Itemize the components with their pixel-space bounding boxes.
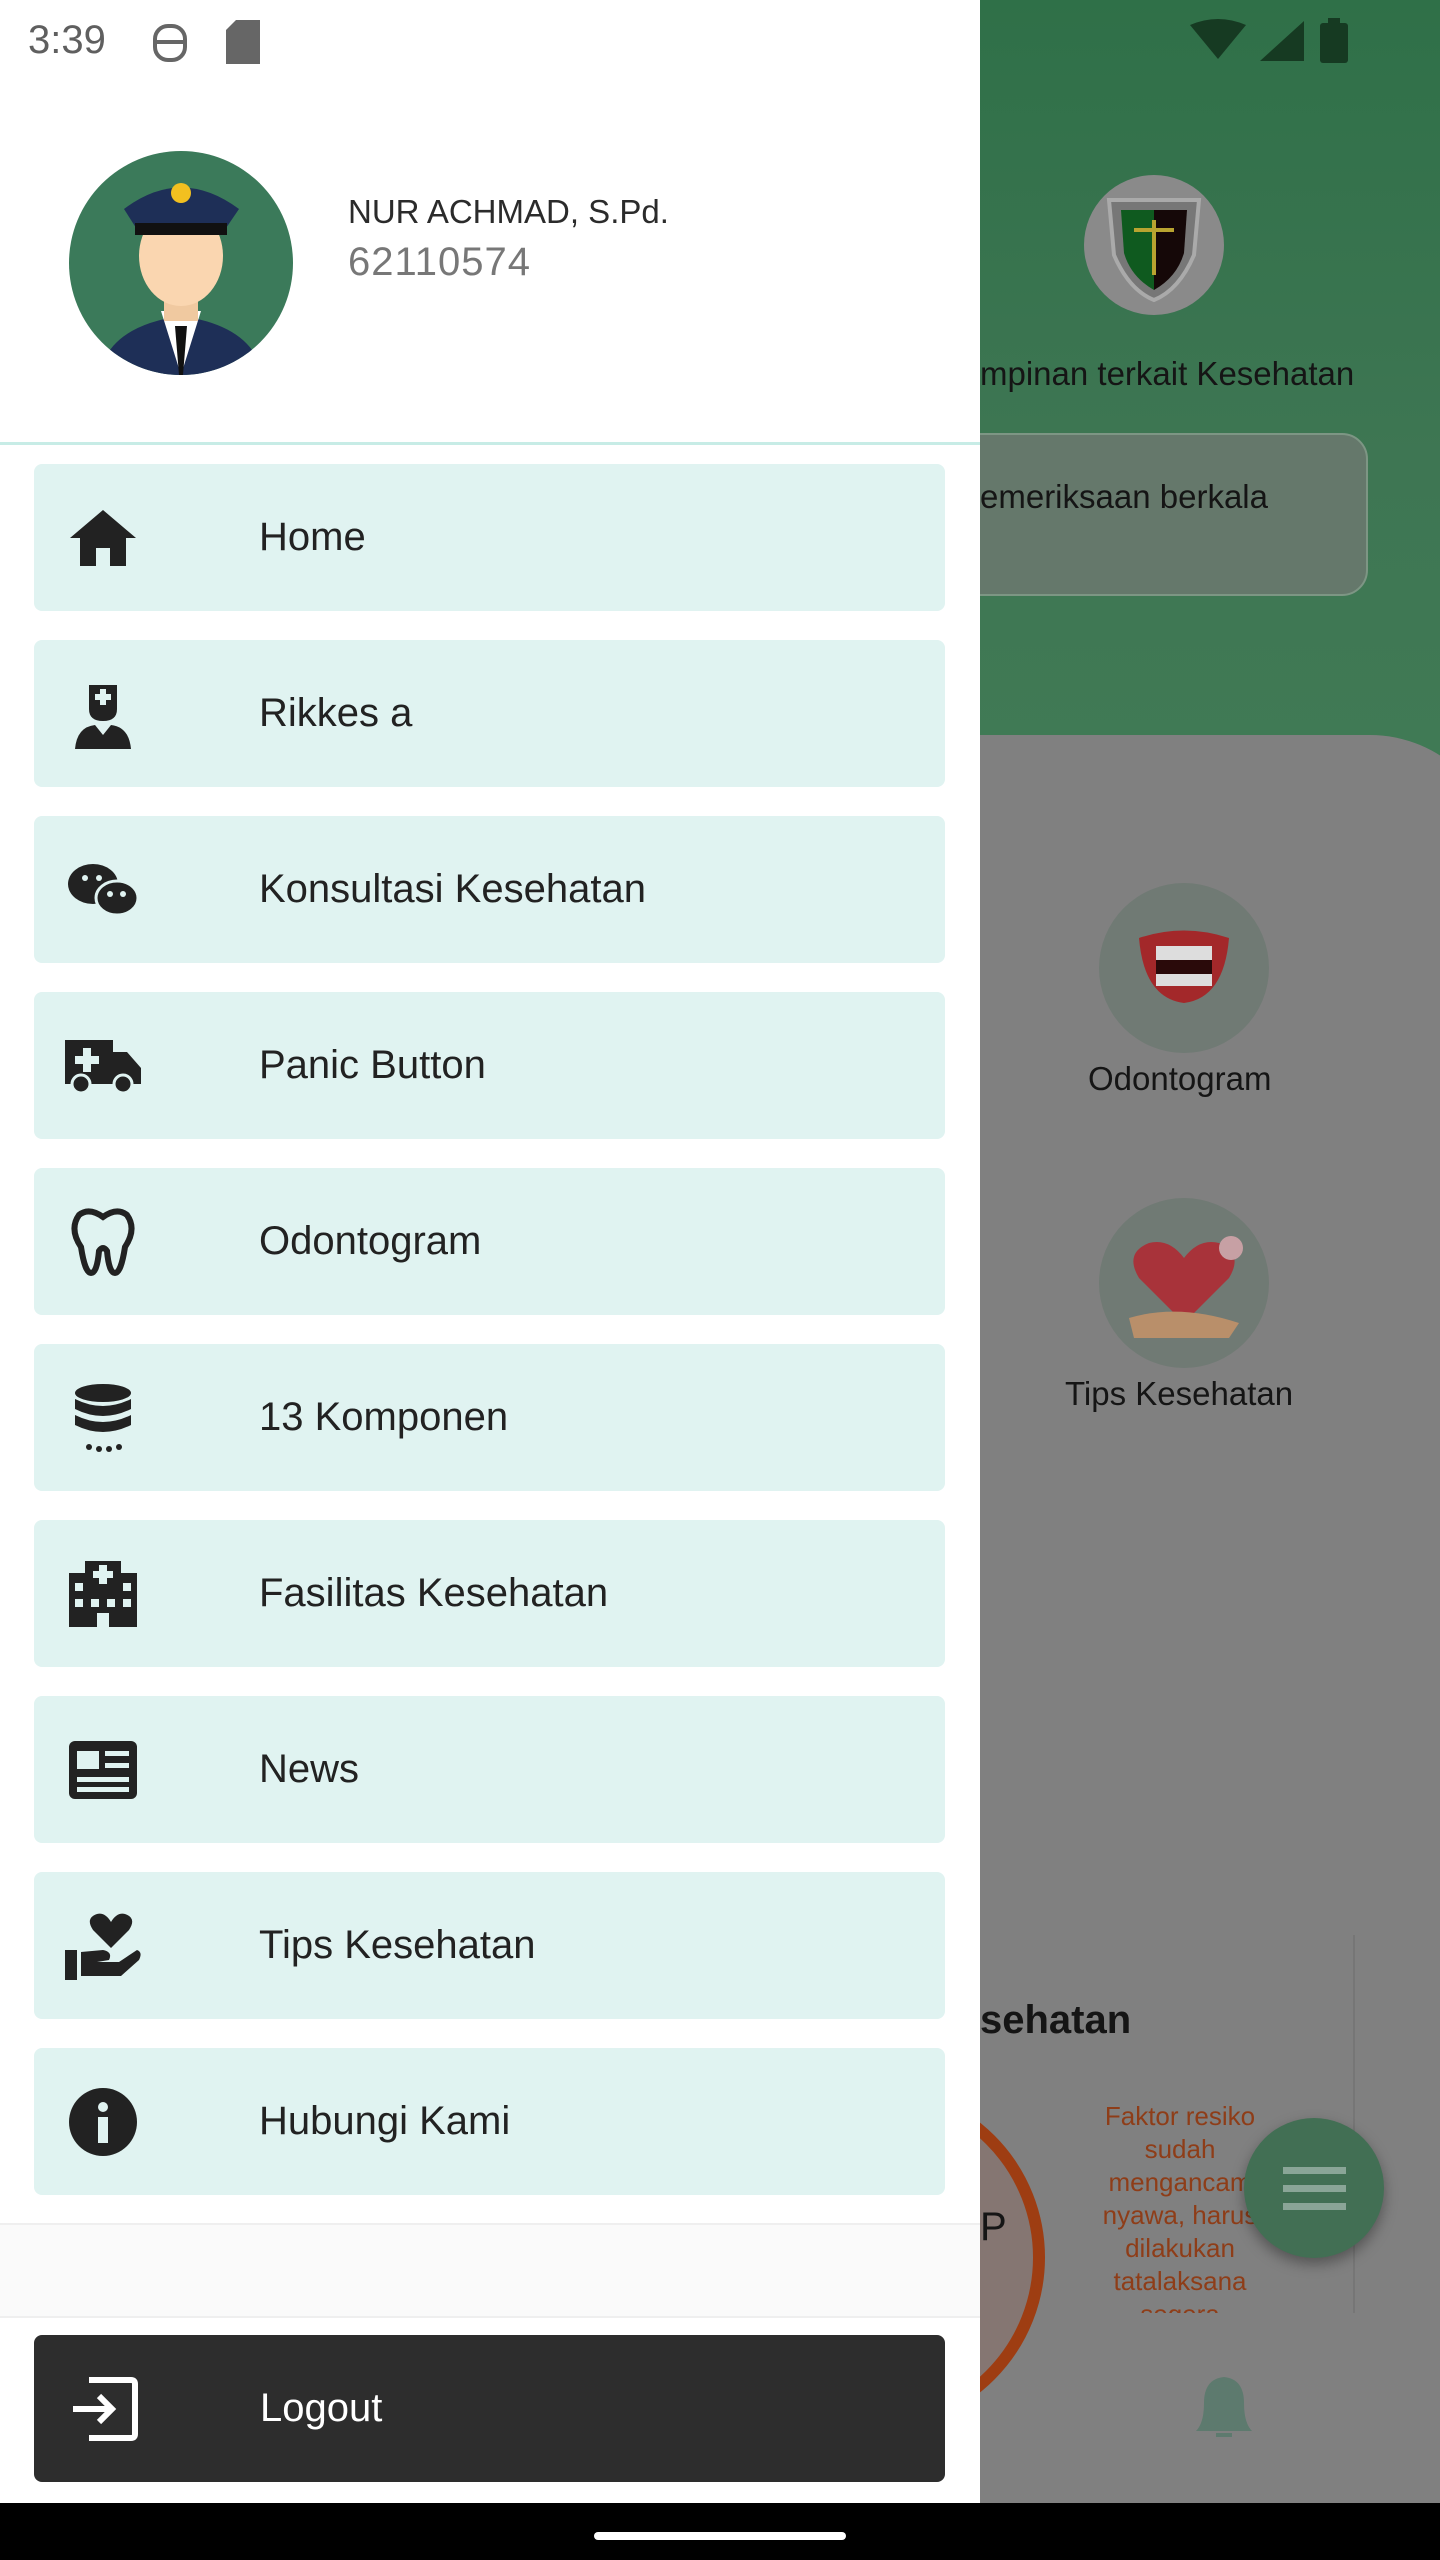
logout-icon: [34, 2376, 174, 2442]
menu-item-odontogram[interactable]: Odontogram: [34, 1168, 945, 1315]
header-divider: [0, 442, 980, 445]
teeth-icon: [1139, 930, 1229, 1003]
battery-icon: [1320, 18, 1348, 63]
box-text: emeriksaan berkala: [980, 478, 1268, 515]
heart-hand-icon: [1129, 1236, 1243, 1338]
menu-label: Konsultasi Kesehatan: [259, 867, 646, 911]
menu-label: Panic Button: [259, 1043, 486, 1087]
menu-item-rikkes[interactable]: Rikkes a: [34, 640, 945, 787]
info-icon: [33, 2087, 173, 2157]
status-time: 3:39: [28, 18, 106, 62]
tooth-icon: [33, 1207, 173, 1277]
ambulance-icon: [33, 1038, 173, 1094]
ring-text: P: [980, 2205, 1007, 2249]
profile-nrp: 62110574: [348, 240, 531, 284]
home-icon: [33, 508, 173, 568]
chat-icon: [33, 862, 173, 918]
tips-shortcut: [1099, 1198, 1269, 1368]
menu-label: Home: [259, 515, 366, 559]
avatar[interactable]: [69, 151, 293, 375]
signal-icon: [1260, 21, 1304, 61]
menu-item-fasilitas[interactable]: Fasilitas Kesehatan: [34, 1520, 945, 1667]
app-logo: [1084, 175, 1224, 315]
database-icon: [33, 1383, 173, 1453]
home-indicator[interactable]: [594, 2532, 846, 2540]
hand-heart-icon: [33, 1910, 173, 1982]
menu-label: Fasilitas Kesehatan: [259, 1571, 609, 1615]
android-debug-icon: [153, 24, 187, 62]
divider: [1353, 1935, 1355, 2313]
menu-item-panic[interactable]: Panic Button: [34, 992, 945, 1139]
odontogram-label: Odontogram: [1088, 1060, 1272, 1097]
menu-fab[interactable]: [1244, 2118, 1384, 2258]
menu-item-news[interactable]: News: [34, 1696, 945, 1843]
menu-label: Rikkes a: [259, 691, 413, 735]
newspaper-icon: [33, 1739, 173, 1801]
drawer-menu: Home Rikkes a Konsultasi Kesehatan Panic…: [34, 464, 945, 2224]
navigation-drawer: 3:39 NUR ACHMAD, S.Pd. 62110574 Home Rik…: [0, 0, 980, 2503]
status-icons: [1190, 18, 1350, 64]
menu-item-hubungi[interactable]: Hubungi Kami: [34, 2048, 945, 2195]
logout-button[interactable]: Logout: [34, 2335, 945, 2482]
medic-icon: [33, 679, 173, 749]
profile-name: NUR ACHMAD, S.Pd.: [348, 193, 669, 230]
section-title: sehatan: [980, 1998, 1132, 2042]
menu-label: Odontogram: [259, 1219, 482, 1263]
wifi-icon: [1190, 19, 1246, 59]
menu-label: Hubungi Kami: [259, 2099, 511, 2143]
logout-label: Logout: [260, 2386, 383, 2430]
menu-label: 13 Komponen: [259, 1395, 509, 1439]
sd-card-icon: [226, 20, 260, 64]
menu-item-tips[interactable]: Tips Kesehatan: [34, 1872, 945, 2019]
bell-icon[interactable]: [1182, 2373, 1266, 2439]
menu-label: News: [259, 1747, 360, 1791]
hospital-icon: [33, 1559, 173, 1629]
tips-label: Tips Kesehatan: [1065, 1375, 1294, 1412]
menu-item-konsultasi[interactable]: Konsultasi Kesehatan: [34, 816, 945, 963]
menu-item-13-komponen[interactable]: 13 Komponen: [34, 1344, 945, 1491]
drawer-footer-spacer: [0, 2225, 980, 2318]
bg-subtitle: mpinan terkait Kesehatan: [980, 355, 1355, 392]
menu-label: Tips Kesehatan: [259, 1923, 536, 1967]
odontogram-shortcut: [1099, 883, 1269, 1053]
menu-item-home[interactable]: Home: [34, 464, 945, 611]
